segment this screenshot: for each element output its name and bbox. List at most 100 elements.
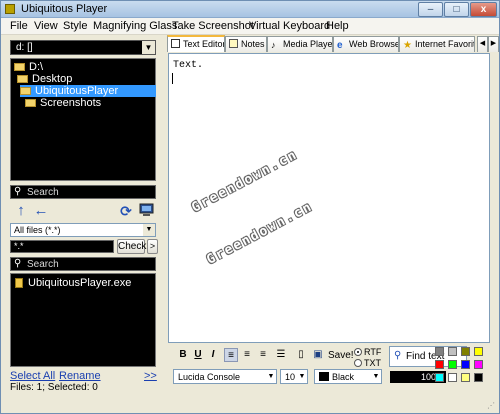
tab-notes[interactable]: Notes <box>225 36 267 52</box>
tab-scroll-left[interactable]: ◀ <box>477 36 488 52</box>
tab-strip: Text Editor Notes ♪ Media Player e Web Bro… <box>167 35 499 52</box>
more-link[interactable]: >> <box>144 370 157 382</box>
menu-view[interactable]: View <box>34 20 58 32</box>
folder-open-icon <box>14 63 25 72</box>
menu-file[interactable]: File <box>10 20 28 32</box>
tab-media-player[interactable]: ♪ Media Player <box>267 36 333 52</box>
window-title: Ubiquitous Player <box>21 3 108 15</box>
tab-internet-favorites[interactable]: ★Internet Favorites <box>399 36 475 52</box>
chevron-down-icon[interactable]: ▼ <box>297 370 307 383</box>
folder-tree[interactable]: D:\ Desktop UbiquitousPlayer Screenshots <box>10 58 156 181</box>
editor-content[interactable]: Text. <box>173 60 203 71</box>
bullet-list-icon[interactable]: ☰ <box>274 348 288 362</box>
more-options-button[interactable]: > <box>147 239 158 254</box>
palette-swatch[interactable] <box>448 347 457 356</box>
watermark-text: Greendown.cn <box>189 147 301 216</box>
file-search-input[interactable]: ⚲ Search <box>10 257 156 271</box>
file-list[interactable]: UbiquitousPlayer.exe <box>10 273 156 367</box>
check-button[interactable]: Check <box>117 239 146 254</box>
bold-button[interactable]: B <box>176 348 190 362</box>
tree-node[interactable]: D:\ <box>14 61 43 73</box>
tree-node[interactable]: Desktop <box>17 73 72 85</box>
resize-grip-icon[interactable]: ⋰ <box>487 401 497 411</box>
folder-icon <box>17 75 28 84</box>
rename-link[interactable]: Rename <box>59 370 101 382</box>
rtf-radio[interactable]: RTF <box>354 347 381 357</box>
palette-swatch[interactable] <box>461 360 470 369</box>
palette-swatch[interactable] <box>474 347 483 356</box>
menu-style[interactable]: Style <box>63 20 87 32</box>
palette-swatch[interactable] <box>448 373 457 382</box>
save-label[interactable]: Save! <box>328 350 354 361</box>
search-icon: ⚲ <box>14 186 22 197</box>
radio-icon <box>354 359 362 367</box>
save-icon[interactable]: ▣ <box>311 348 325 362</box>
status-bar: Files: 1; Selected: 0 <box>10 382 98 393</box>
chevron-down-icon[interactable]: ▼ <box>143 224 155 236</box>
tree-node-selected[interactable]: UbiquitousPlayer <box>20 85 156 97</box>
menu-virtual-keyboard[interactable]: Virtual Keyboard <box>249 20 330 32</box>
palette-swatch[interactable] <box>461 347 470 356</box>
menu-take-screenshot[interactable]: Take Screenshot <box>172 20 254 32</box>
file-type-filter[interactable]: All files (*.*) ▼ <box>10 223 156 237</box>
align-center-icon[interactable]: ≡ <box>240 348 254 362</box>
folder-search-input[interactable]: ⚲ Search <box>10 185 156 199</box>
txt-radio[interactable]: TXT <box>354 358 381 368</box>
browser-icon: e <box>337 40 343 51</box>
app-icon <box>5 4 15 14</box>
minimize-button[interactable]: – <box>418 2 443 17</box>
palette-swatch[interactable] <box>474 373 483 382</box>
app-window: Ubiquitous Player – □ x File View Style … <box>0 0 500 414</box>
tab-scroll-right[interactable]: ▶ <box>488 36 499 52</box>
menu-magnifying-glass[interactable]: Magnifying Glass <box>93 20 177 32</box>
folder-icon <box>25 99 36 108</box>
radio-selected-icon <box>354 348 362 356</box>
refresh-icon[interactable]: ⟳ <box>118 203 134 219</box>
italic-button[interactable]: I <box>206 348 220 362</box>
text-color-select[interactable]: Black ▼ <box>314 369 382 384</box>
chevron-down-icon[interactable]: ▼ <box>266 370 276 383</box>
file-mask-input[interactable]: *.* <box>10 240 114 253</box>
formatting-toolbar: B U I ≡ ≡ ≡ ☰ ▯ ▣ Save! RTF TXT ⚲ Find t… <box>168 345 499 389</box>
align-right-icon[interactable]: ≡ <box>256 348 270 362</box>
palette-swatch[interactable] <box>461 373 470 382</box>
tab-web-browser[interactable]: e Web Browser <box>333 36 399 52</box>
computer-icon[interactable] <box>138 203 154 219</box>
title-bar[interactable]: Ubiquitous Player – □ x <box>1 1 499 18</box>
search-icon: ⚲ <box>14 258 22 269</box>
close-button[interactable]: x <box>470 2 497 17</box>
underline-button[interactable]: U <box>191 348 205 362</box>
chevron-down-icon[interactable]: ▼ <box>142 41 155 54</box>
star-icon: ★ <box>403 40 412 51</box>
text-editor-area[interactable]: Text. Greendown.cn Greendown.cn <box>168 53 490 343</box>
tree-node[interactable]: Screenshots <box>25 97 101 109</box>
font-size-select[interactable]: 10 ▼ <box>280 369 308 384</box>
palette-swatch[interactable] <box>435 373 444 382</box>
menu-help[interactable]: Help <box>326 20 349 32</box>
font-family-select[interactable]: Lucida Console ▼ <box>173 369 277 384</box>
palette-swatch[interactable] <box>448 360 457 369</box>
new-document-icon[interactable]: ▯ <box>294 348 308 362</box>
search-icon: ⚲ <box>394 350 402 361</box>
tab-text-editor[interactable]: Text Editor <box>167 35 225 52</box>
back-arrow-icon[interactable]: ← <box>33 203 49 219</box>
list-item[interactable]: UbiquitousPlayer.exe <box>15 277 131 289</box>
up-arrow-icon[interactable]: ↑ <box>13 203 29 219</box>
drive-select[interactable]: d: [] ▼ <box>10 40 156 55</box>
text-editor-icon <box>171 39 180 48</box>
palette-swatch[interactable] <box>474 360 483 369</box>
align-left-icon[interactable]: ≡ <box>224 348 238 362</box>
select-all-link[interactable]: Select All <box>10 370 55 382</box>
palette-swatch[interactable] <box>435 347 444 356</box>
executable-file-icon <box>15 278 23 289</box>
menu-bar: File View Style Magnifying Glass Take Sc… <box>1 18 499 35</box>
text-caret <box>172 73 173 84</box>
folder-open-icon <box>20 87 31 96</box>
chevron-down-icon[interactable]: ▼ <box>371 370 381 383</box>
color-palette <box>435 347 489 385</box>
palette-swatch[interactable] <box>435 360 444 369</box>
maximize-button[interactable]: □ <box>444 2 469 17</box>
music-note-icon: ♪ <box>271 40 276 50</box>
drive-value: d: [] <box>16 42 33 53</box>
color-swatch <box>319 372 329 381</box>
